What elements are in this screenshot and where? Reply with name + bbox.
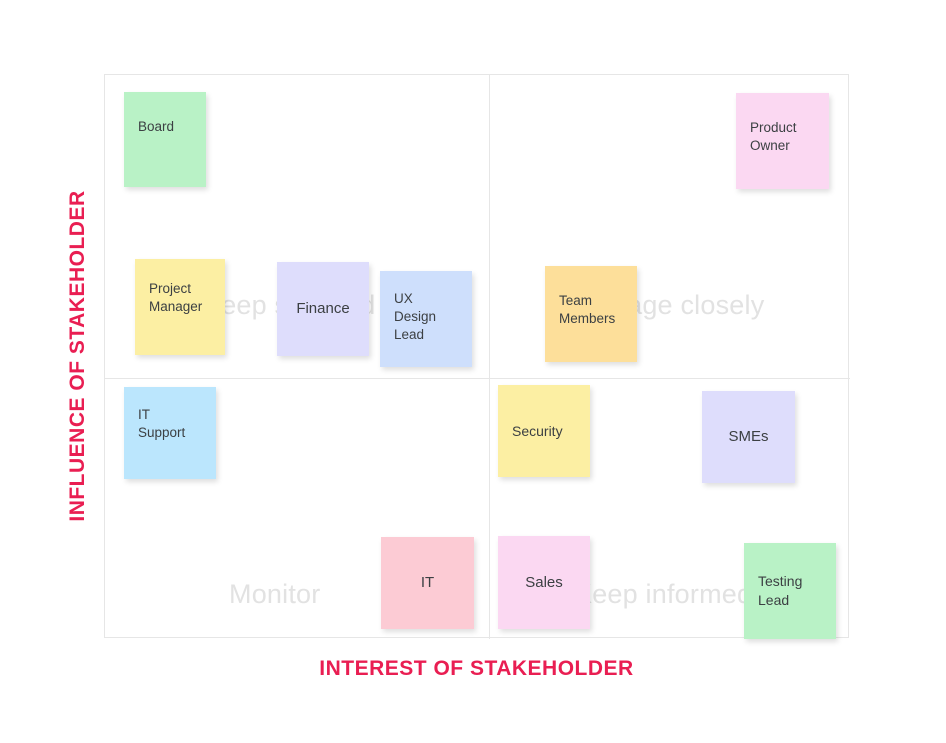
matrix-divider-horizontal xyxy=(105,378,850,379)
note-project-manager[interactable]: Project Manager xyxy=(135,259,225,355)
note-testing-lead[interactable]: Testing Lead xyxy=(744,543,836,639)
note-label: IT xyxy=(420,574,435,592)
note-sales[interactable]: Sales xyxy=(498,536,590,629)
stakeholder-matrix-canvas: INFLUENCE OF STAKEHOLDER INTEREST OF STA… xyxy=(0,0,946,743)
note-label: UX Design Lead xyxy=(394,291,437,342)
note-label: SMEs xyxy=(728,428,769,446)
note-label: Security xyxy=(512,422,563,439)
note-label: Team Members xyxy=(559,293,616,326)
note-finance[interactable]: Finance xyxy=(277,262,369,356)
note-label: Product Owner xyxy=(750,120,797,153)
note-smes[interactable]: SMEs xyxy=(702,391,795,483)
y-axis-title: INFLUENCE OF STAKEHOLDER xyxy=(66,190,89,522)
x-axis-title: INTEREST OF STAKEHOLDER xyxy=(319,657,634,680)
note-label: Project Manager xyxy=(149,281,203,314)
note-label: Finance xyxy=(296,300,350,318)
matrix-frame: Keep satisfied Manage closely Monitor Ke… xyxy=(104,74,850,639)
note-label: IT Support xyxy=(138,407,186,440)
note-it-support[interactable]: IT Support xyxy=(124,387,216,479)
quadrant-label-monitor: Monitor xyxy=(229,579,321,609)
quadrant-label-keep-informed: Keep informed xyxy=(574,579,753,609)
matrix-divider-vertical xyxy=(489,75,490,639)
note-it[interactable]: IT xyxy=(381,537,474,629)
note-product-owner[interactable]: Product Owner xyxy=(736,93,829,189)
note-board[interactable]: Board xyxy=(124,92,206,187)
note-label: Testing Lead xyxy=(758,573,803,608)
note-ux-design-lead[interactable]: UX Design Lead xyxy=(380,271,472,367)
note-label: Board xyxy=(138,119,175,134)
note-team-members[interactable]: Team Members xyxy=(545,266,637,362)
note-security[interactable]: Security xyxy=(498,385,590,477)
note-label: Sales xyxy=(525,573,563,591)
